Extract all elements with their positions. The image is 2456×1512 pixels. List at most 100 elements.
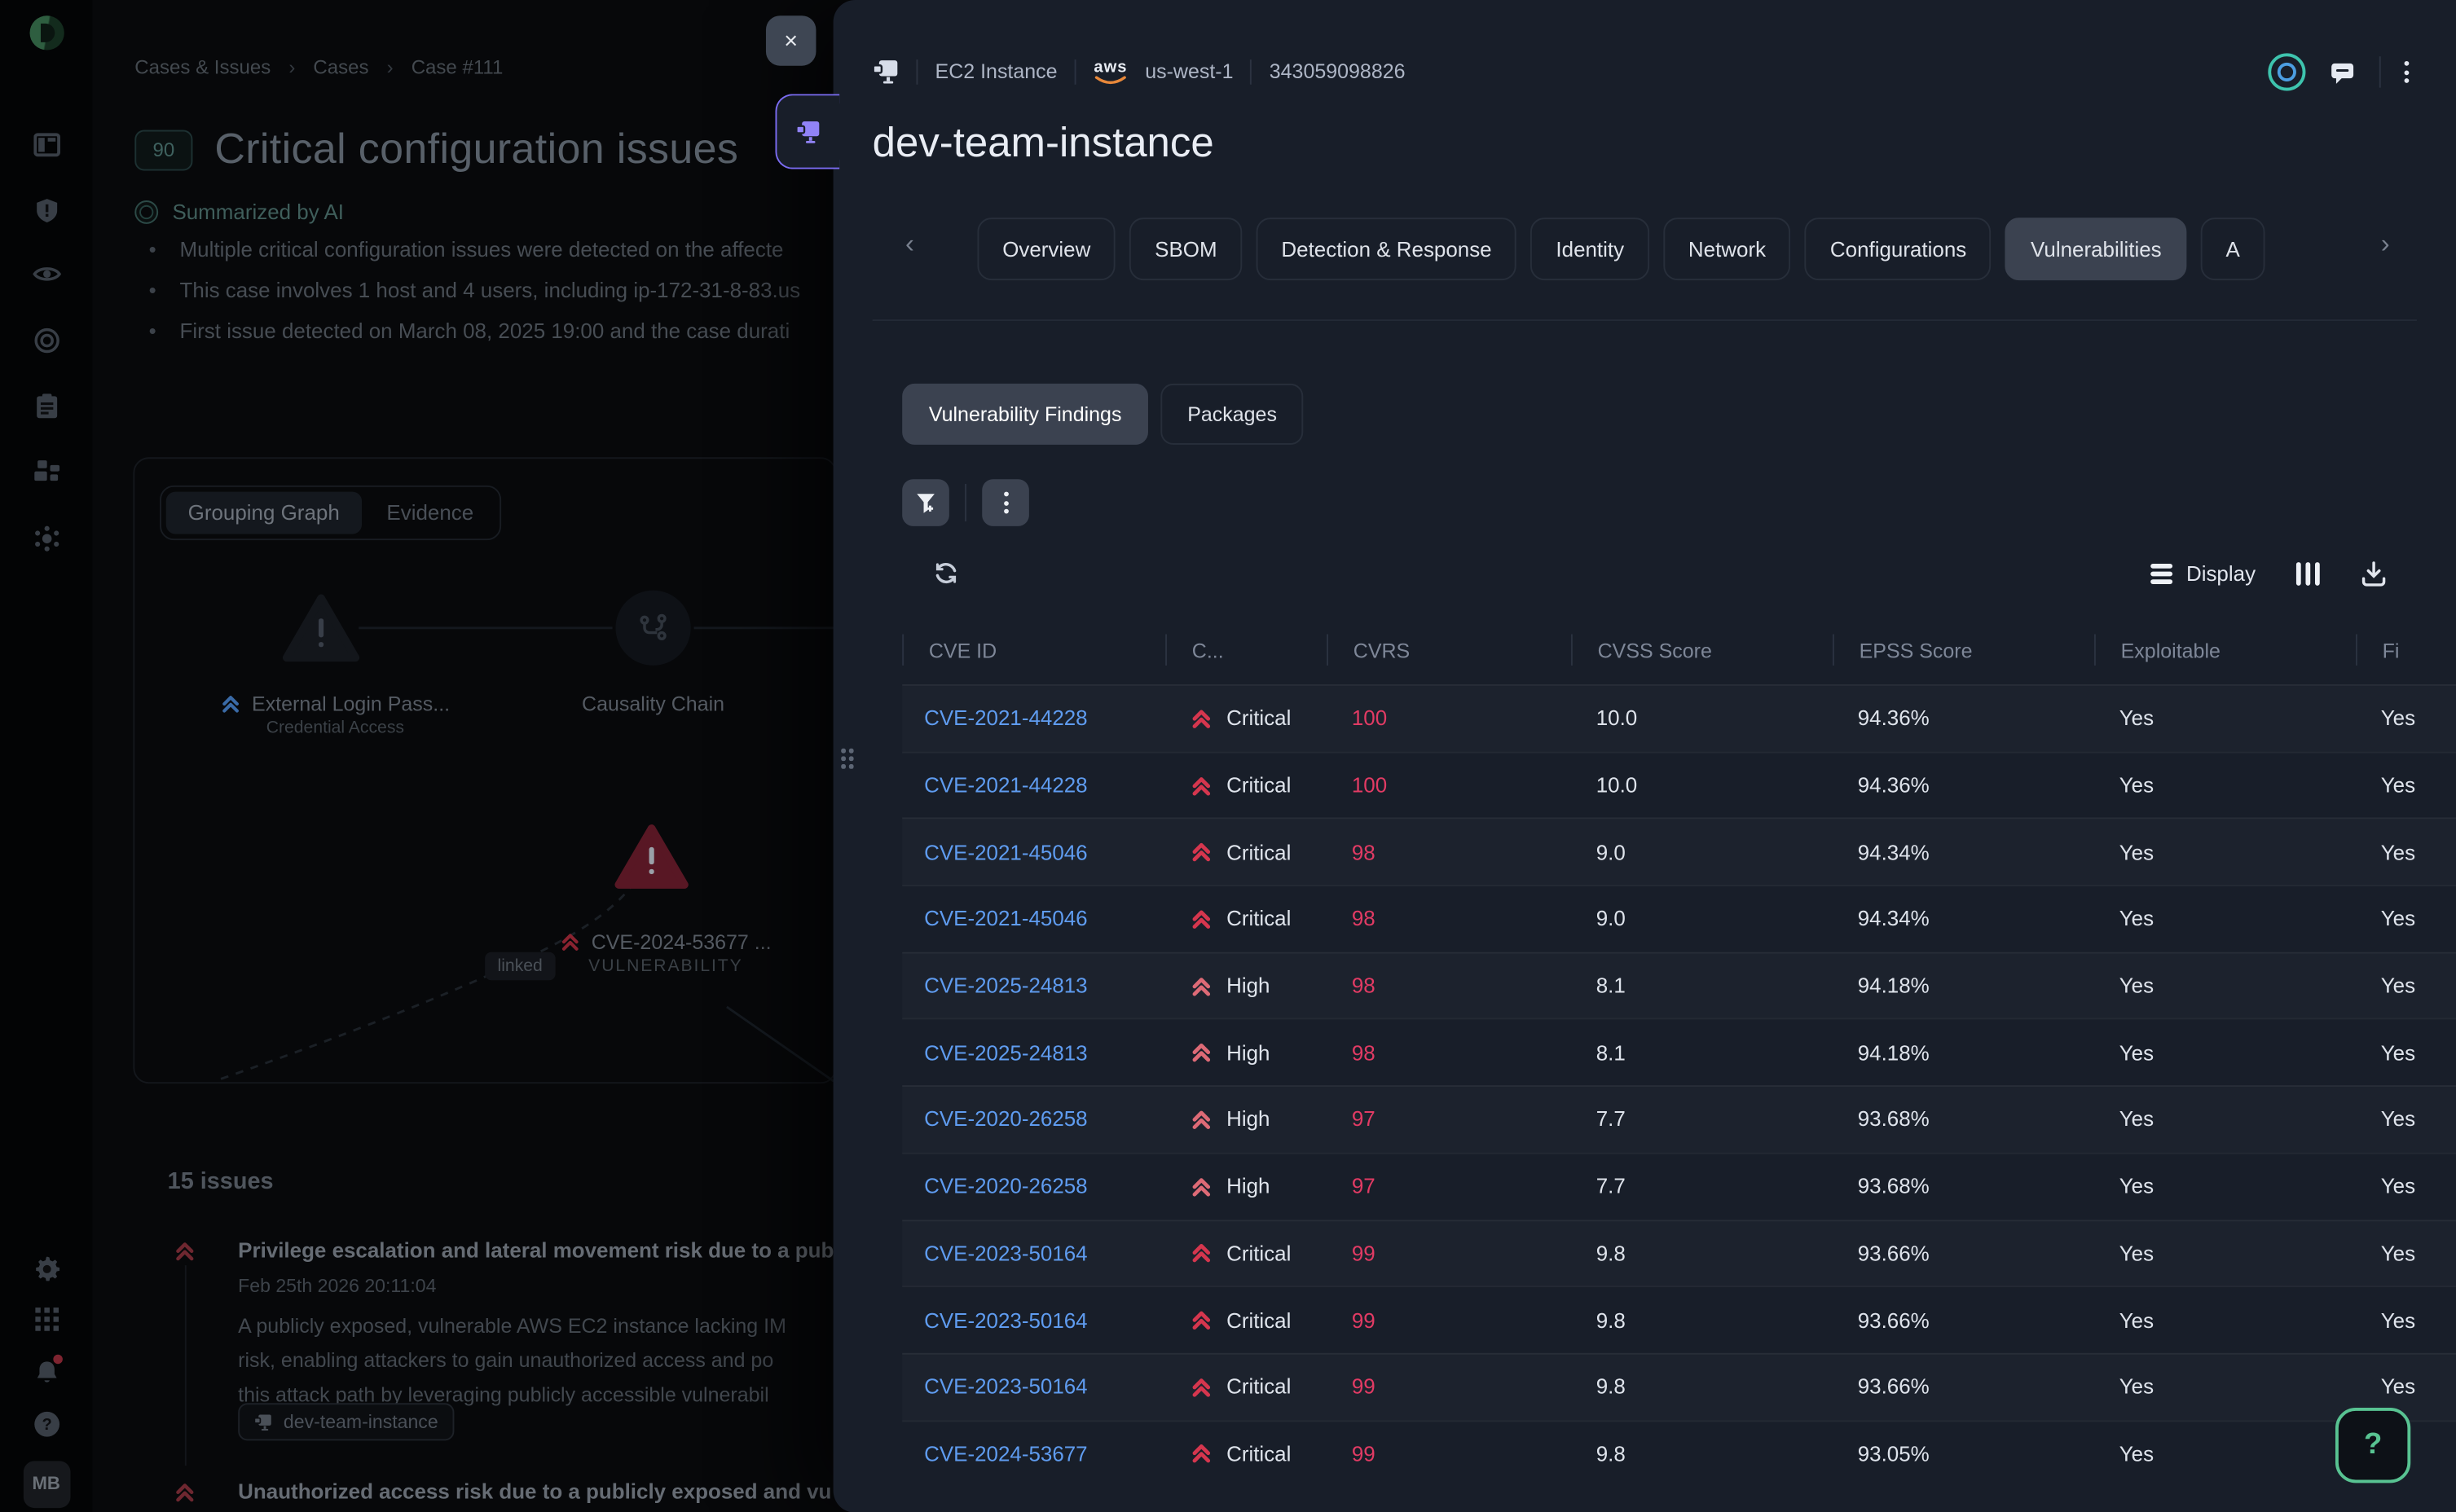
cve-link[interactable]: CVE-2020-26258: [902, 1175, 1165, 1198]
breadcrumb-case-111[interactable]: Case #111: [412, 56, 504, 78]
asset-tab[interactable]: Identity: [1531, 218, 1649, 280]
cvss-cell: 7.7: [1571, 1175, 1833, 1198]
grouping-graph-card: Grouping GraphEvidence External Login Pa…: [133, 457, 836, 1083]
settings-gear-icon[interactable]: [33, 1256, 59, 1283]
table-row[interactable]: CVE-2021-45046 Critical 98 9.0 94.34% Ye…: [902, 818, 2456, 885]
table-row[interactable]: CVE-2023-50164 Critical 99 9.8 93.66% Ye…: [902, 1219, 2456, 1286]
asset-tab[interactable]: Configurations: [1805, 218, 1992, 280]
notifications-bell-icon[interactable]: [33, 1359, 59, 1386]
column-header[interactable]: CVRS: [1327, 634, 1571, 665]
cvrs-cell: 98: [1327, 841, 1571, 864]
table-row[interactable]: CVE-2020-26258 High 97 7.7 93.68% Yes Ye…: [902, 1085, 2456, 1152]
tabs-scroll-right-icon[interactable]: ›: [2381, 229, 2390, 260]
column-header[interactable]: Exploitable: [2094, 634, 2356, 665]
column-header[interactable]: CVE ID: [902, 634, 1165, 665]
asset-tab[interactable]: Network: [1663, 218, 1791, 280]
column-header[interactable]: CVSS Score: [1571, 634, 1833, 665]
table-row[interactable]: CVE-2025-24813 High 98 8.1 94.18% Yes Ye…: [902, 952, 2456, 1018]
table-row[interactable]: CVE-2024-53677 Critical 99 9.8 93.05% Ye…: [902, 1420, 2456, 1487]
refresh-icon[interactable]: [934, 560, 959, 586]
exploitable-cell: Yes: [2094, 1308, 2356, 1332]
ai-bullet: •First issue detected on March 08, 2025 …: [149, 319, 790, 343]
causality-chain-label[interactable]: Causality Chain: [582, 692, 724, 716]
asset-tab[interactable]: Detection & Response: [1257, 218, 1517, 280]
findings-subtab[interactable]: Vulnerability Findings: [902, 384, 1148, 445]
cve-link[interactable]: CVE-2023-50164: [902, 1242, 1165, 1265]
sidebar-item-visibility-eye[interactable]: [32, 263, 60, 285]
cve-link[interactable]: CVE-2021-44228: [902, 774, 1165, 798]
cve-link[interactable]: CVE-2025-24813: [902, 974, 1165, 998]
attack-node-icon[interactable]: [282, 594, 360, 663]
column-header[interactable]: C...: [1165, 634, 1327, 665]
help-button[interactable]: ?: [2335, 1408, 2410, 1483]
close-drawer-button[interactable]: ×: [766, 15, 816, 66]
findings-subtab[interactable]: Packages: [1161, 384, 1304, 445]
breadcrumb-cases[interactable]: Cases: [313, 56, 368, 78]
graph-view-tab[interactable]: Evidence: [365, 492, 496, 534]
severity-label: High: [1226, 1175, 1270, 1198]
active-asset-side-tab[interactable]: [775, 94, 839, 169]
table-row[interactable]: CVE-2021-45046 Critical 98 9.0 94.34% Ye…: [902, 885, 2456, 952]
epss-cell: 94.34%: [1833, 841, 2094, 864]
tabs-scroll-left-icon[interactable]: ‹: [905, 229, 914, 260]
cvrs-cell: 99: [1327, 1375, 1571, 1399]
epss-cell: 93.05%: [1833, 1442, 2094, 1466]
causality-chain-node-icon[interactable]: [615, 591, 690, 666]
ai-assistant-ring-icon[interactable]: [2268, 53, 2305, 90]
table-row[interactable]: CVE-2020-26258 High 97 7.7 93.68% Yes Ye…: [902, 1152, 2456, 1219]
column-header[interactable]: EPSS Score: [1833, 634, 2094, 665]
notification-dot: [52, 1355, 62, 1365]
table-row[interactable]: CVE-2021-44228 Critical 100 10.0 94.36% …: [902, 751, 2456, 818]
cve-link[interactable]: CVE-2021-44228: [902, 707, 1165, 731]
table-options-button[interactable]: [982, 479, 1029, 526]
orca-logo-icon[interactable]: [29, 15, 64, 50]
cve-link[interactable]: CVE-2025-24813: [902, 1041, 1165, 1065]
monitor-icon: [795, 120, 821, 143]
cvrs-cell: 99: [1327, 1308, 1571, 1332]
asset-tab[interactable]: A: [2201, 218, 2265, 280]
sidebar-item-alerts-shield[interactable]: [33, 197, 59, 224]
asset-tab[interactable]: Overview: [977, 218, 1116, 280]
apps-grid-icon[interactable]: [34, 1308, 58, 1331]
attack-node-label[interactable]: External Login Pass...: [221, 692, 451, 716]
sidebar-item-target[interactable]: [33, 327, 59, 354]
cve-link[interactable]: CVE-2021-45046: [902, 841, 1165, 864]
columns-icon[interactable]: [2296, 562, 2320, 586]
vulnerability-node-label[interactable]: CVE-2024-53677 ...: [560, 930, 771, 954]
table-row[interactable]: CVE-2023-50164 Critical 99 9.8 93.66% Ye…: [902, 1353, 2456, 1420]
severity-cell: High: [1165, 1175, 1327, 1198]
cve-link[interactable]: CVE-2021-45046: [902, 908, 1165, 931]
breadcrumb-cases-issues[interactable]: Cases & Issues: [134, 56, 271, 78]
more-options-icon[interactable]: [2405, 61, 2410, 83]
help-circle-icon[interactable]: ?: [33, 1411, 59, 1438]
cve-link[interactable]: CVE-2024-53677: [902, 1442, 1165, 1466]
fix-cell: Yes: [2356, 707, 2456, 731]
display-button[interactable]: Display: [2150, 562, 2256, 586]
asset-tag[interactable]: dev-team-instance: [238, 1403, 454, 1440]
column-header[interactable]: Fi: [2356, 634, 2456, 665]
sidebar-item-dashboard[interactable]: [33, 131, 59, 158]
filter-button[interactable]: [902, 479, 949, 526]
cve-link[interactable]: CVE-2020-26258: [902, 1108, 1165, 1132]
comment-icon[interactable]: [2329, 59, 2356, 86]
user-avatar[interactable]: MB: [23, 1461, 70, 1508]
issue-title[interactable]: Unauthorized access risk due to a public…: [238, 1479, 831, 1503]
table-row[interactable]: CVE-2023-50164 Critical 99 9.8 93.66% Ye…: [902, 1286, 2456, 1352]
sidebar-item-attack-hub[interactable]: [32, 525, 60, 553]
graph-view-tab[interactable]: Grouping Graph: [166, 492, 362, 534]
vulnerability-node-icon[interactable]: [614, 824, 689, 890]
severity-icon: [1191, 1176, 1213, 1198]
asset-tab[interactable]: Vulnerabilities: [2005, 218, 2186, 280]
sidebar-item-compliance-clipboard[interactable]: [33, 393, 59, 420]
cve-link[interactable]: CVE-2023-50164: [902, 1375, 1165, 1399]
issue-title[interactable]: Privilege escalation and lateral movemen…: [238, 1238, 834, 1262]
asset-tab[interactable]: SBOM: [1129, 218, 1242, 280]
download-icon[interactable]: [2361, 560, 2388, 587]
panel-resize-handle[interactable]: [841, 749, 855, 771]
cve-link[interactable]: CVE-2023-50164: [902, 1308, 1165, 1332]
table-row[interactable]: CVE-2025-24813 High 98 8.1 94.18% Yes Ye…: [902, 1018, 2456, 1085]
sidebar-item-inventory-blocks[interactable]: [32, 459, 60, 482]
table-row[interactable]: CVE-2021-44228 Critical 100 10.0 94.36% …: [902, 684, 2456, 751]
cvrs-cell: 100: [1327, 707, 1571, 731]
severity-cell: Critical: [1165, 908, 1327, 931]
